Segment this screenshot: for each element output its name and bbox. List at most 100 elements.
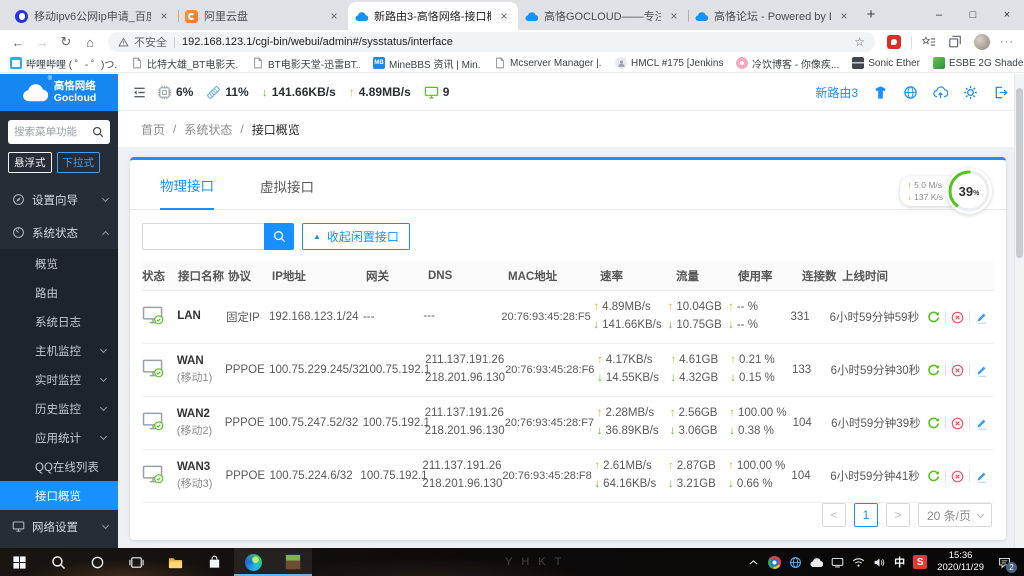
home-button[interactable]: ⌂	[78, 35, 102, 50]
sidebar-item-wizard[interactable]: 设置向导	[0, 183, 118, 216]
tab-close-icon[interactable]: ×	[327, 9, 341, 23]
add-favorite-star-icon[interactable]: ☆	[854, 35, 865, 49]
reconnect-icon[interactable]	[927, 311, 940, 324]
refresh-button[interactable]: ↻	[54, 34, 78, 50]
cloud-sync-icon[interactable]	[933, 85, 948, 100]
browser-tab-router-active[interactable]: 新路由3-高恪网络-接口概览 ×	[348, 2, 518, 30]
collapse-idle-button[interactable]: ▲ 收起闲置接口	[302, 223, 410, 250]
scrollbar-thumb[interactable]	[1016, 88, 1023, 258]
favorites-bar-icon[interactable]	[922, 35, 936, 49]
minecraft-taskbar-button[interactable]	[273, 548, 312, 576]
sidebar-item-overview[interactable]: 概览	[0, 249, 118, 278]
file-explorer-button[interactable]	[156, 548, 195, 576]
store-button[interactable]	[195, 548, 234, 576]
disconnect-icon[interactable]	[951, 417, 964, 430]
sidebar-item-qq-online[interactable]: QQ在线列表	[0, 452, 118, 481]
browser-tab-forum[interactable]: 高恪论坛 - Powered by Discuz! ×	[688, 2, 858, 30]
collections-icon[interactable]	[948, 35, 962, 49]
tab-close-icon[interactable]: ×	[837, 9, 851, 23]
cloud-tray-icon[interactable]	[810, 556, 823, 569]
network-globe-icon[interactable]	[789, 556, 802, 569]
more-menu-icon[interactable]: ···	[1000, 36, 1014, 48]
logout-icon[interactable]	[993, 85, 1008, 100]
bookmark-hmcl[interactable]: HMCL #175 [Jenkins]	[615, 57, 723, 69]
breadcrumb-section[interactable]: 系统状态	[184, 121, 232, 138]
browser-tab-gocloud-site[interactable]: 高恪GOCLOUD——专注于企业. ×	[518, 2, 688, 30]
sidebar-item-host-monitor[interactable]: 主机监控	[0, 336, 118, 365]
prev-page-button[interactable]: <	[821, 503, 846, 527]
bookmark-btdaxiong[interactable]: 比特大雄_BT电影天...	[131, 56, 239, 71]
chrome-tray-icon[interactable]	[768, 555, 782, 569]
menu-fold-icon[interactable]	[132, 85, 147, 100]
new-tab-button[interactable]: +	[858, 2, 884, 28]
back-button[interactable]: ←	[6, 35, 30, 50]
tab-close-icon[interactable]: ×	[667, 9, 681, 23]
interface-search-input[interactable]	[142, 223, 264, 250]
interface-search-button[interactable]	[264, 223, 294, 250]
sidebar-item-network[interactable]: 网络设置	[0, 510, 118, 543]
task-view-button[interactable]	[117, 548, 156, 576]
tab-virtual-interface[interactable]: 虚拟接口	[260, 176, 314, 209]
extension-shield-icon[interactable]	[887, 35, 901, 49]
bookmark-esbe[interactable]: ESBE 2G Shader | M...	[932, 57, 1024, 69]
address-bar[interactable]: 不安全 192.168.123.1/cgi-bin/webui/admin#/s…	[108, 32, 875, 52]
window-minimize-button[interactable]: –	[922, 0, 956, 30]
bookmark-sonicether[interactable]: Sonic Ether	[852, 57, 920, 69]
sidebar-item-app-stats[interactable]: 应用统计	[0, 423, 118, 452]
sidebar-item-sysstatus[interactable]: 系统状态	[0, 216, 118, 249]
mode-float-button[interactable]: 悬浮式	[8, 152, 52, 173]
edge-taskbar-button[interactable]	[234, 548, 273, 576]
action-center-button[interactable]: 2	[994, 553, 1017, 573]
bookmark-lengyin[interactable]: 冷饮博客 - 你像疾...	[736, 56, 839, 71]
edit-icon[interactable]	[975, 364, 988, 377]
tray-expand-icon[interactable]	[747, 556, 760, 569]
mode-dropdown-button[interactable]: 下拉式	[56, 152, 100, 173]
sidebar-item-route[interactable]: 路由	[0, 278, 118, 307]
disconnect-icon[interactable]	[951, 311, 964, 324]
sidebar-item-history-monitor[interactable]: 历史监控	[0, 394, 118, 423]
bookmark-mcserver[interactable]: Mcserver Manager |...	[494, 57, 602, 69]
window-maximize-button[interactable]: □	[956, 0, 990, 30]
edit-icon[interactable]	[975, 311, 988, 324]
page-size-select[interactable]: 20 条/页	[917, 503, 992, 527]
reconnect-icon[interactable]	[927, 417, 940, 430]
forward-button[interactable]: →	[30, 35, 54, 50]
sidebar-search-input[interactable]	[14, 126, 92, 138]
tab-physical-interface[interactable]: 物理接口	[160, 175, 214, 210]
start-button[interactable]	[0, 548, 39, 576]
ime-indicator[interactable]: 中	[894, 554, 905, 570]
next-page-button[interactable]: >	[885, 503, 910, 527]
cortana-button[interactable]	[78, 548, 117, 576]
sidebar-item-interface-overview[interactable]: 接口概览	[0, 481, 118, 510]
settings-gear-icon[interactable]	[963, 85, 978, 100]
taskbar-clock[interactable]: 15:36 2020/11/29	[937, 550, 984, 574]
tab-close-icon[interactable]: ×	[157, 9, 171, 23]
edit-icon[interactable]	[975, 417, 988, 430]
current-page-button[interactable]: 1	[853, 503, 878, 527]
reconnect-icon[interactable]	[927, 470, 940, 483]
wifi-icon[interactable]	[852, 556, 865, 569]
s-tray-icon[interactable]: S	[913, 555, 928, 569]
edit-icon[interactable]	[975, 470, 988, 483]
bookmark-minebbs[interactable]: MB MineBBS 资讯 | Min...	[373, 56, 481, 71]
sidebar-item-realtime-monitor[interactable]: 实时监控	[0, 365, 118, 394]
browser-tab-aliyun[interactable]: 阿里云盘 ×	[178, 2, 348, 30]
bookmark-bilibili[interactable]: 哔哩哔哩 ( ゜- ゜)つ...	[10, 56, 118, 71]
profile-avatar[interactable]	[974, 34, 990, 50]
theme-tshirt-icon[interactable]	[873, 85, 888, 100]
taskbar-search-button[interactable]	[39, 548, 78, 576]
tab-close-icon[interactable]: ×	[497, 9, 511, 23]
reconnect-icon[interactable]	[927, 364, 940, 377]
volume-icon[interactable]	[873, 556, 886, 569]
sidebar-item-syslog[interactable]: 系统日志	[0, 307, 118, 336]
display-tray-icon[interactable]	[831, 556, 844, 569]
disconnect-icon[interactable]	[951, 470, 964, 483]
window-close-button[interactable]: ×	[990, 0, 1024, 30]
breadcrumb-home[interactable]: 首页	[141, 121, 165, 138]
bookmark-btmovie[interactable]: BT电影天堂-迅雷BT...	[252, 56, 360, 71]
router-name-link[interactable]: 新路由3	[815, 84, 858, 101]
browser-tab-baidu[interactable]: 移动ipv6公网ip申请_百度搜索 ×	[8, 2, 178, 30]
globe-icon[interactable]	[903, 85, 918, 100]
page-scrollbar[interactable]	[1014, 74, 1024, 548]
disconnect-icon[interactable]	[951, 364, 964, 377]
